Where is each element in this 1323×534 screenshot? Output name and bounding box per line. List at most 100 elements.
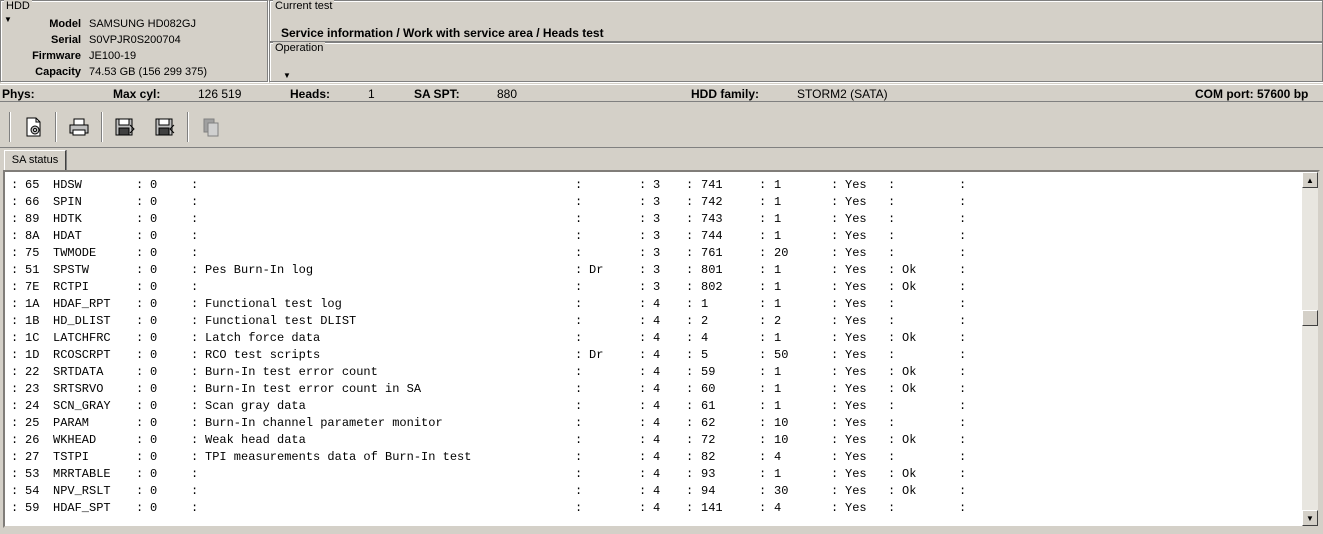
column-separator: : [11,314,19,328]
scroll-up-button[interactable]: ▲ [1302,172,1318,188]
column-separator: : [136,450,144,464]
sa-cell-name: HDAF_RPT [53,297,111,311]
sa-status-list[interactable]: :65 HDSW:0:::3:741:1: Yes:::66 SPIN:0:::3:7… [3,170,1320,528]
column-separator: : [959,399,967,413]
column-separator: : [136,501,144,515]
column-separator: : [888,416,896,430]
sa-cell-name: HDSW [53,178,82,192]
vertical-scrollbar[interactable]: ▲ ▼ [1302,172,1318,526]
column-separator: : [959,280,967,294]
tab-sa-status[interactable]: SA status [4,150,66,170]
model-row: Model SAMSUNG HD082GJ [1,18,269,34]
sa-cell-desc: Burn-In test error count [205,365,378,379]
settings-page-button[interactable] [18,112,48,142]
column-separator: : [11,297,19,311]
sa-cell-z: 0 [150,467,158,481]
sa-cell-num: 93 [701,467,716,481]
column-separator: : [686,331,694,345]
sa-cell-id: 59 [25,501,40,515]
column-separator: : [575,246,583,260]
column-separator: : [136,484,144,498]
column-separator: : [888,382,896,396]
sa-cell-h: 4 [653,416,661,430]
column-separator: : [575,484,583,498]
print-button[interactable] [64,112,94,142]
column-separator: : [759,212,767,226]
sa-cell-num: 761 [701,246,723,260]
column-separator: : [959,365,967,379]
sa-cell-desc: RCO test scripts [205,348,321,362]
column-separator: : [759,348,767,362]
maxcyl-label: Max cyl: [113,87,161,101]
sa-cell-id: 24 [25,399,40,413]
sa-cell-id: 65 [25,178,40,192]
copy-button[interactable] [196,112,226,142]
toolbar-separator [101,112,103,142]
sa-cell-num: 72 [701,433,716,447]
column-separator: : [575,348,583,362]
arrow-down-icon: ▼ [1306,513,1314,523]
sa-cell-cnt: 1 [774,263,782,277]
operation-dropdown-icon[interactable]: ▼ [283,71,291,80]
column-separator: : [11,280,19,294]
sa-cell-cnt: 1 [774,178,782,192]
phys-label: Phys: [2,87,35,101]
sa-cell-z: 0 [150,246,158,260]
sa-cell-desc: Functional test log [205,297,342,311]
column-separator: : [759,416,767,430]
column-separator: : [888,229,896,243]
sa-cell-cnt: 30 [774,484,789,498]
toolbar-separator [9,112,11,142]
column-separator: : [959,501,967,515]
sa-cell-num: 742 [701,195,723,209]
column-separator: : [11,229,19,243]
scroll-down-button[interactable]: ▼ [1302,510,1318,526]
column-separator: : [136,297,144,311]
copy-icon [203,118,219,137]
column-separator: : [959,195,967,209]
save-button[interactable] [110,112,140,142]
column-separator: : [831,280,839,294]
column-separator: : [759,195,767,209]
sa-cell-ok: Ok [902,382,917,396]
sa-cell-cnt: 1 [774,297,782,311]
sa-cell-z: 0 [150,229,158,243]
serial-value: S0VPJR0S200704 [89,34,181,46]
arrow-up-icon: ▲ [1306,175,1314,185]
sa-cell-name: HDAF_SPT [53,501,111,515]
column-separator: : [686,450,694,464]
scroll-thumb[interactable] [1302,310,1318,326]
column-separator: : [831,195,839,209]
column-separator: : [136,433,144,447]
sa-cell-cnt: 10 [774,433,789,447]
heads-value: 1 [368,87,375,101]
column-separator: : [888,280,896,294]
column-separator: : [639,348,647,362]
sa-cell-yes: Yes [845,297,867,311]
column-separator: : [888,501,896,515]
sa-cell-h: 4 [653,467,661,481]
sa-cell-h: 3 [653,229,661,243]
current-test-panel: Current test Service information / Work … [269,0,1323,42]
column-separator: : [191,297,199,311]
column-separator: : [191,280,199,294]
column-separator: : [759,331,767,345]
sa-cell-id: 1C [25,331,40,345]
maxcyl-value: 126 519 [198,87,242,101]
column-separator: : [759,433,767,447]
save-all-button[interactable] [150,112,180,142]
firmware-label: Firmware [32,50,81,62]
column-separator: : [11,348,19,362]
sa-cell-id: 27 [25,450,40,464]
sa-cell-yes: Yes [845,467,867,481]
sa-cell-ok: Ok [902,263,917,277]
sa-cell-h: 4 [653,433,661,447]
column-separator: : [888,399,896,413]
column-separator: : [959,416,967,430]
sa-cell-name: PARAM [53,416,90,430]
column-separator: : [686,263,694,277]
column-separator: : [686,297,694,311]
column-separator: : [639,501,647,515]
capacity-value: 74.53 GB (156 299 375) [89,66,208,78]
column-separator: : [831,212,839,226]
